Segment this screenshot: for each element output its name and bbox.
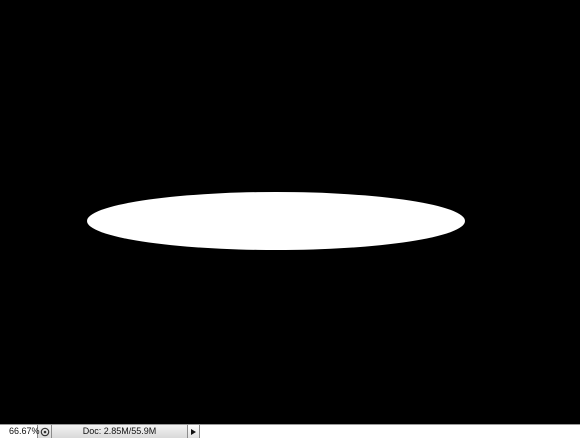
canvas-artwork [0,0,580,424]
white-ellipse [87,192,465,250]
status-menu-button[interactable] [188,425,200,438]
horizontal-scrollbar[interactable] [200,425,580,438]
status-bar: 66.67% Doc: 2.85M/55.9M [0,424,580,438]
document-size-info: Doc: 2.85M/55.9M [52,425,188,438]
zoom-level-field[interactable]: 66.67% [0,425,40,438]
proof-setup-icon[interactable] [38,425,52,438]
document-window: 66.67% Doc: 2.85M/55.9M [0,0,580,438]
document-canvas[interactable] [0,0,580,424]
triangle-right-icon [191,428,196,435]
